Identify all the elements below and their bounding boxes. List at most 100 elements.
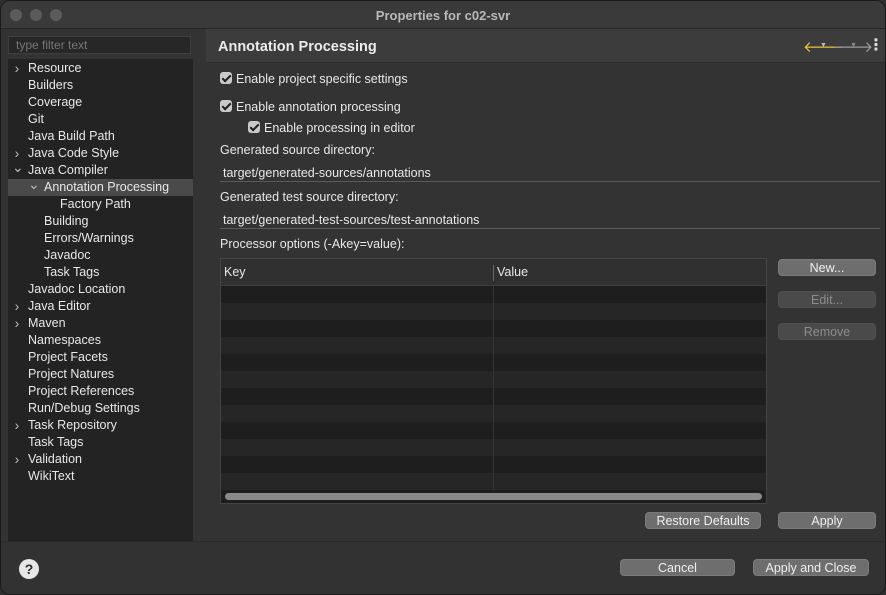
view-menu-icon[interactable]: ⋮ [868, 35, 884, 55]
column-header-value[interactable]: Value [497, 265, 528, 279]
tree-item-label: Javadoc [44, 248, 91, 262]
table-row[interactable] [221, 303, 766, 320]
back-dropdown-icon[interactable]: ▼ [820, 42, 827, 49]
help-icon[interactable]: ? [19, 559, 39, 579]
forward-dropdown-icon[interactable]: ▼ [850, 42, 857, 49]
tree-item-label: Coverage [28, 95, 83, 109]
column-separator [493, 456, 494, 473]
tree-item-javadoc[interactable]: Javadoc [8, 247, 193, 264]
tree-item-run-debug-settings[interactable]: Run/Debug Settings [8, 400, 193, 417]
edit-button[interactable]: Edit... [778, 291, 876, 308]
processor-options-table[interactable]: Key Value [220, 258, 767, 504]
table-row[interactable] [221, 337, 766, 354]
tree-item-task-repository[interactable]: › Task Repository [8, 417, 193, 434]
tree-item-label: WikiText [28, 469, 75, 483]
table-header: Key Value [221, 259, 766, 286]
tree-item-annotation-processing[interactable]: ⌄ Annotation Processing [8, 177, 193, 196]
tree-item-java-build-path[interactable]: Java Build Path [8, 128, 193, 145]
tree-item-validation[interactable]: › Validation [8, 451, 193, 468]
checkbox-checked-icon [248, 121, 260, 133]
horizontal-scrollbar[interactable] [225, 493, 762, 500]
table-row[interactable] [221, 286, 766, 303]
tree-item-label: Java Code Style [28, 146, 120, 160]
table-row[interactable] [221, 473, 766, 490]
tree-item-errors-warnings[interactable]: Errors/Warnings [8, 230, 193, 247]
window-title: Properties for c02-svr [375, 8, 511, 23]
tree-item-label: Task Repository [28, 418, 117, 432]
table-row[interactable] [221, 388, 766, 405]
dialog-footer: ? Cancel Apply and Close [1, 541, 885, 594]
tree-item-javadoc-location[interactable]: Javadoc Location [8, 281, 193, 298]
processor-options-label: Processor options (-Akey=value): [220, 237, 405, 251]
tree-item-label: Factory Path [60, 197, 131, 211]
table-row[interactable] [221, 422, 766, 439]
tree-item-label: Resource [28, 61, 82, 75]
generated-test-source-dir-label: Generated test source directory: [220, 190, 399, 204]
tree-item-label: Maven [28, 316, 66, 330]
chevron-right-icon[interactable]: › [12, 315, 22, 332]
chevron-right-icon[interactable]: › [12, 451, 22, 468]
enable-annotation-processing-checkbox[interactable]: Enable annotation processing [220, 99, 401, 115]
column-separator [493, 337, 494, 354]
tree-item-task-tags[interactable]: Task Tags [8, 434, 193, 451]
tree-item-task-tags[interactable]: Task Tags [8, 264, 193, 281]
restore-defaults-button[interactable]: Restore Defaults [645, 512, 761, 529]
tree-item-factory-path[interactable]: Factory Path [8, 196, 193, 213]
tree-item-coverage[interactable]: Coverage [8, 94, 193, 111]
chevron-right-icon[interactable]: › [12, 60, 22, 77]
remove-button[interactable]: Remove [778, 323, 876, 340]
column-separator [493, 473, 494, 490]
tree-item-label: Run/Debug Settings [28, 401, 140, 415]
column-header-key[interactable]: Key [224, 265, 246, 279]
tree-item-java-editor[interactable]: › Java Editor [8, 298, 193, 315]
column-separator [493, 320, 494, 337]
tree-item-label: Java Editor [28, 299, 91, 313]
tree-item-label: Java Compiler [28, 163, 108, 177]
chevron-right-icon[interactable]: › [12, 417, 22, 434]
enable-processing-in-editor-checkbox[interactable]: Enable processing in editor [248, 120, 415, 136]
chevron-down-icon[interactable]: ⌄ [28, 177, 40, 196]
tree-item-git[interactable]: Git [8, 111, 193, 128]
column-separator [493, 388, 494, 405]
tree-item-label: Project Facets [28, 350, 108, 364]
new-button[interactable]: New... [778, 259, 876, 276]
tree-item-label: Git [28, 112, 44, 126]
table-row[interactable] [221, 405, 766, 422]
generated-source-dir-field[interactable]: target/generated-sources/annotations [220, 163, 880, 182]
tree-item-project-facets[interactable]: Project Facets [8, 349, 193, 366]
tree-item-maven[interactable]: › Maven [8, 315, 193, 332]
apply-button[interactable]: Apply [778, 512, 876, 529]
filter-input[interactable]: type filter text [8, 36, 191, 54]
generated-source-dir-label: Generated source directory: [220, 143, 375, 157]
enable-project-specific-checkbox[interactable]: Enable project specific settings [220, 71, 408, 87]
tree-item-project-natures[interactable]: Project Natures [8, 366, 193, 383]
tree-item-label: Builders [28, 78, 74, 92]
title-bar: Properties for c02-svr [1, 1, 885, 29]
properties-dialog: Properties for c02-svr type filter text … [0, 0, 886, 595]
page-panel: Annotation Processing 🡐 ▼ 🡒 ▼ ⋮ Enable p… [206, 29, 885, 541]
tree-item-wikitext[interactable]: WikiText [8, 468, 193, 485]
tree-item-label: Project Natures [28, 367, 115, 381]
preference-tree-panel: type filter text › Resource Builders Covera… [8, 36, 193, 541]
table-row[interactable] [221, 371, 766, 388]
apply-and-close-button[interactable]: Apply and Close [753, 559, 869, 576]
chevron-down-icon[interactable]: ⌄ [12, 160, 24, 179]
tree-item-namespaces[interactable]: Namespaces [8, 332, 193, 349]
tree-item-java-code-style[interactable]: › Java Code Style [8, 145, 193, 162]
tree-item-builders[interactable]: Builders [8, 77, 193, 94]
generated-test-source-dir-field[interactable]: target/generated-test-sources/test-annot… [220, 210, 880, 229]
tree-item-label: Errors/Warnings [44, 231, 134, 245]
chevron-right-icon[interactable]: › [12, 298, 22, 315]
table-row[interactable] [221, 354, 766, 371]
tree-item-building[interactable]: Building [8, 213, 193, 230]
table-row[interactable] [221, 320, 766, 337]
table-row[interactable] [221, 456, 766, 473]
page-header: Annotation Processing 🡐 ▼ 🡒 ▼ ⋮ [206, 29, 885, 63]
cancel-button[interactable]: Cancel [620, 559, 735, 576]
tree-item-resource[interactable]: › Resource [8, 60, 193, 77]
column-separator [493, 354, 494, 371]
tree-item-project-references[interactable]: Project References [8, 383, 193, 400]
tree-item-label: Java Build Path [28, 129, 115, 143]
table-row[interactable] [221, 439, 766, 456]
tree-item-label: Building [44, 214, 89, 228]
